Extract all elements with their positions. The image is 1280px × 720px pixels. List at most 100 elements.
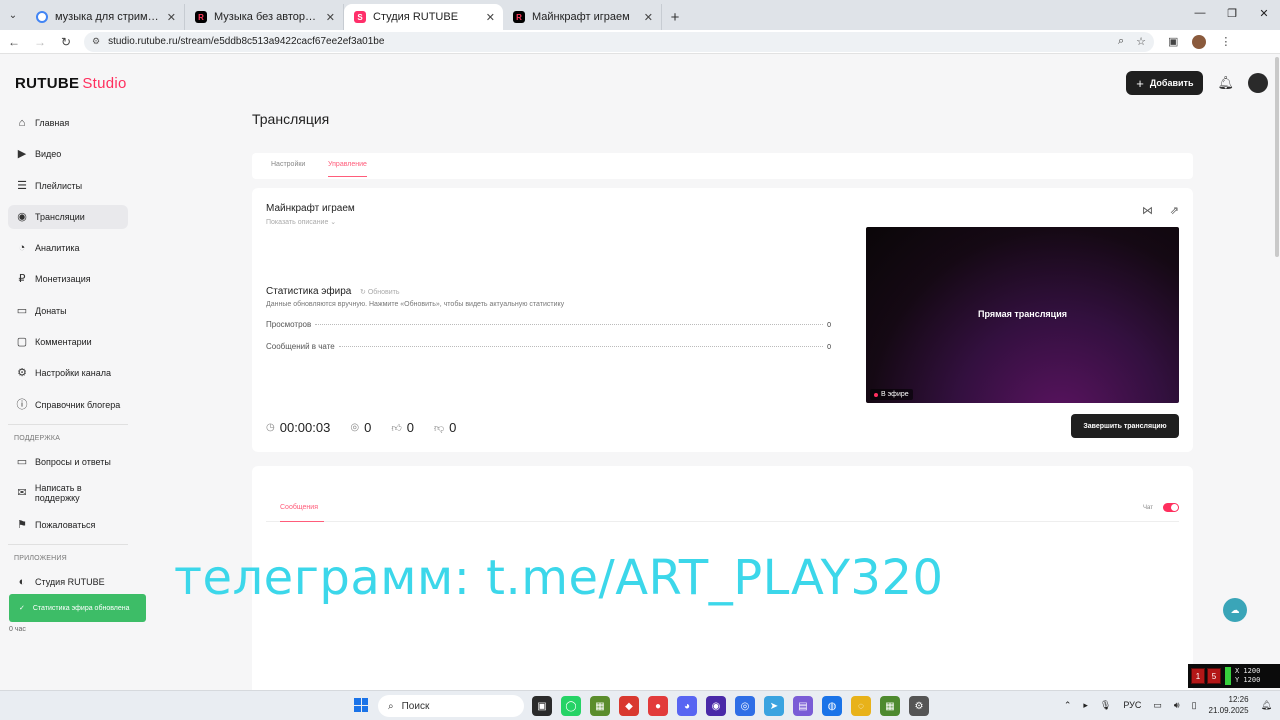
volume-icon[interactable]: 🔊︎ <box>1174 700 1180 711</box>
close-tab-icon[interactable]: ✕ <box>486 11 495 24</box>
scrollbar-thumb[interactable] <box>1275 57 1279 257</box>
preview-text: Прямая трансляция <box>977 309 1068 319</box>
sidebar-item-broadcast[interactable]: ◉ Трансляции <box>8 204 128 229</box>
close-window-icon[interactable]: ✕ <box>1248 0 1280 26</box>
app-icon-blue[interactable]: ◎ <box>735 696 755 716</box>
forward-icon[interactable]: → <box>28 31 52 53</box>
language-indicator[interactable]: РУС <box>1123 700 1141 710</box>
open-external-icon[interactable]: ⇗ <box>1170 204 1179 217</box>
sidebar-item-comments[interactable]: ▢ Комментарии <box>8 330 128 354</box>
windows-start-icon[interactable] <box>354 698 368 712</box>
browser-tab[interactable]: S Студия RUTUBE ✕ <box>344 4 503 30</box>
stream-card: Майнкрафт играем Показать описание ⌄ ⋈ ⇗… <box>252 188 1193 452</box>
refresh-stats-button[interactable]: ↻ Обновить <box>360 288 400 296</box>
new-tab-button[interactable]: + <box>662 4 688 30</box>
whatsapp-icon[interactable]: ◯ <box>561 696 581 716</box>
back-icon[interactable]: ← <box>2 31 26 53</box>
rutube-studio-logo[interactable]: RUTUBE Studio <box>15 75 127 92</box>
page-scrollbar[interactable] <box>1274 57 1280 677</box>
notifications-icon[interactable]: 🔔︎ <box>1261 700 1272 711</box>
extensions-icon[interactable]: ▣ <box>1168 35 1178 48</box>
sidebar-item-playlist[interactable]: ☰ Плейлисты <box>8 174 128 198</box>
share-icon[interactable]: ⋈ <box>1142 204 1153 217</box>
show-description-link[interactable]: Показать описание ⌄ <box>266 218 336 226</box>
taskbar-search[interactable]: ⌕ Поиск <box>378 695 524 717</box>
minecraft-launcher-icon[interactable]: ▦ <box>880 696 900 716</box>
browser-profile-avatar[interactable] <box>1192 34 1207 49</box>
taskbar-apps: ▣ ◯ ▦ ◆ ● ◕ ◉ ◎ ➤ ▤ ◍ ◌ ▦ ⚙ <box>532 696 929 716</box>
taskbar-search-label: Поиск <box>401 700 430 712</box>
zoom-icon[interactable]: ⌕ <box>1118 35 1124 48</box>
stat-row-views: Просмотров 0 <box>266 320 831 329</box>
support-chat-icon[interactable]: ☁ <box>1223 598 1247 622</box>
browser-tab[interactable]: музыка для стрима - Поиск в ✕ <box>26 4 185 30</box>
app-icon-red[interactable]: ◆ <box>619 696 639 716</box>
network-icon[interactable]: ▭ <box>1153 700 1162 711</box>
browser-tab[interactable]: R Майнкрафт играем ✕ <box>503 4 662 30</box>
close-tab-icon[interactable]: ✕ <box>326 11 335 24</box>
sidebar-item-info[interactable]: ⓘ Справочник блогера <box>8 393 128 417</box>
sidebar-item-label: Настройки канала <box>35 368 112 379</box>
screen-recorder-icon[interactable]: ● <box>648 696 668 716</box>
tray-chevron-icon[interactable]: ⌃ <box>1064 700 1072 711</box>
donate-icon: ▭ <box>16 304 28 317</box>
sidebar-item-donate[interactable]: ▭ Донаты <box>8 299 128 323</box>
sidebar-item-analytics[interactable]: ◔ Аналитика <box>8 236 128 260</box>
end-stream-button[interactable]: Завершить трансляцию <box>1071 414 1179 438</box>
tab-messages[interactable]: Сообщения <box>280 504 318 511</box>
minimize-icon[interactable]: — <box>1184 0 1216 26</box>
sidebar-item-label: Донаты <box>35 305 67 316</box>
telegram-icon[interactable]: ➤ <box>764 696 784 716</box>
close-tab-icon[interactable]: ✕ <box>644 11 653 24</box>
rutube-icon: R <box>513 11 525 23</box>
address-bar[interactable]: ⚙ studio.rutube.ru/stream/e5ddb8c513a942… <box>84 31 1154 52</box>
taskbar-clock[interactable]: 12:26 21.09.2025 <box>1209 694 1249 716</box>
minecraft-icon[interactable]: ▦ <box>590 696 610 716</box>
reload-icon[interactable]: ↻ <box>54 31 78 53</box>
app-icon-yellow[interactable]: ◌ <box>851 696 871 716</box>
clock-date: 21.09.2025 <box>1208 706 1249 715</box>
battery-icon[interactable]: ▯ <box>1192 700 1197 711</box>
sidebar-item-chat[interactable]: ▭ Вопросы и ответы <box>8 450 128 474</box>
flag-icon: ⚑ <box>17 518 27 531</box>
discord-icon[interactable]: ◕ <box>677 696 697 716</box>
browser-tab[interactable]: R Музыка без авторских прав / ✕ <box>185 4 344 30</box>
tray-app-icon[interactable]: ▸ <box>1083 700 1088 711</box>
sidebar-item-studio-app[interactable]: ◐ Студия RUTUBE <box>8 570 128 594</box>
mail-icon: ✉ <box>17 487 27 500</box>
user-avatar[interactable] <box>1248 73 1268 93</box>
sidebar-item-label: Монетизация <box>35 274 91 285</box>
tab-search-icon[interactable]: ⌄ <box>0 2 26 28</box>
sidebar-item-label: Плейлисты <box>35 180 83 191</box>
plus-icon: + <box>1136 75 1144 91</box>
sidebar-item-mail[interactable]: ✉ Написать в поддержку <box>8 481 128 505</box>
sidebar-item-gear[interactable]: ⚙ Настройки канала <box>8 361 128 385</box>
browser-toolbar: ← → ↻ ⚙ studio.rutube.ru/stream/e5ddb8c5… <box>0 30 1280 54</box>
sidebar-item-flag[interactable]: ⚑ Пожаловаться <box>8 513 128 537</box>
maximize-icon[interactable]: ❐ <box>1216 0 1248 26</box>
bell-icon[interactable]: 🔔︎ <box>1217 75 1234 91</box>
close-tab-icon[interactable]: ✕ <box>167 11 176 24</box>
sidebar-item-label: Видео <box>35 149 62 160</box>
sidebar-item-video[interactable]: ▶ Видео <box>8 142 128 166</box>
stream-preview[interactable]: Прямая трансляция В эфире <box>866 227 1179 403</box>
bookmark-star-icon[interactable]: ☆ <box>1136 35 1146 48</box>
logo-brand: RUTUBE <box>15 75 80 92</box>
sidebar-item-money[interactable]: ₽ Монетизация <box>8 267 128 291</box>
stats-title: Статистика эфира <box>266 286 352 297</box>
chat-toggle[interactable] <box>1163 503 1179 512</box>
app-icon-purple[interactable]: ▤ <box>793 696 813 716</box>
mic-icon[interactable]: 🎙︎ <box>1100 700 1111 711</box>
chrome-icon[interactable]: ◍ <box>822 696 842 716</box>
obs-icon[interactable]: ◉ <box>706 696 726 716</box>
site-info-icon[interactable]: ⚙ <box>92 36 100 47</box>
hud-block: 1 <box>1191 668 1205 684</box>
tab-settings[interactable]: Настройки <box>271 161 305 168</box>
add-button[interactable]: + Добавить <box>1126 71 1204 95</box>
browser-menu-icon[interactable]: ⋮ <box>1220 35 1231 48</box>
settings-icon[interactable]: ⚙ <box>909 696 929 716</box>
sidebar-item-home[interactable]: ⌂ Главная <box>8 111 128 135</box>
broadcast-icon: ◉ <box>17 210 27 223</box>
task-view-icon[interactable]: ▣ <box>532 696 552 716</box>
tab-management[interactable]: Управление <box>328 161 367 177</box>
